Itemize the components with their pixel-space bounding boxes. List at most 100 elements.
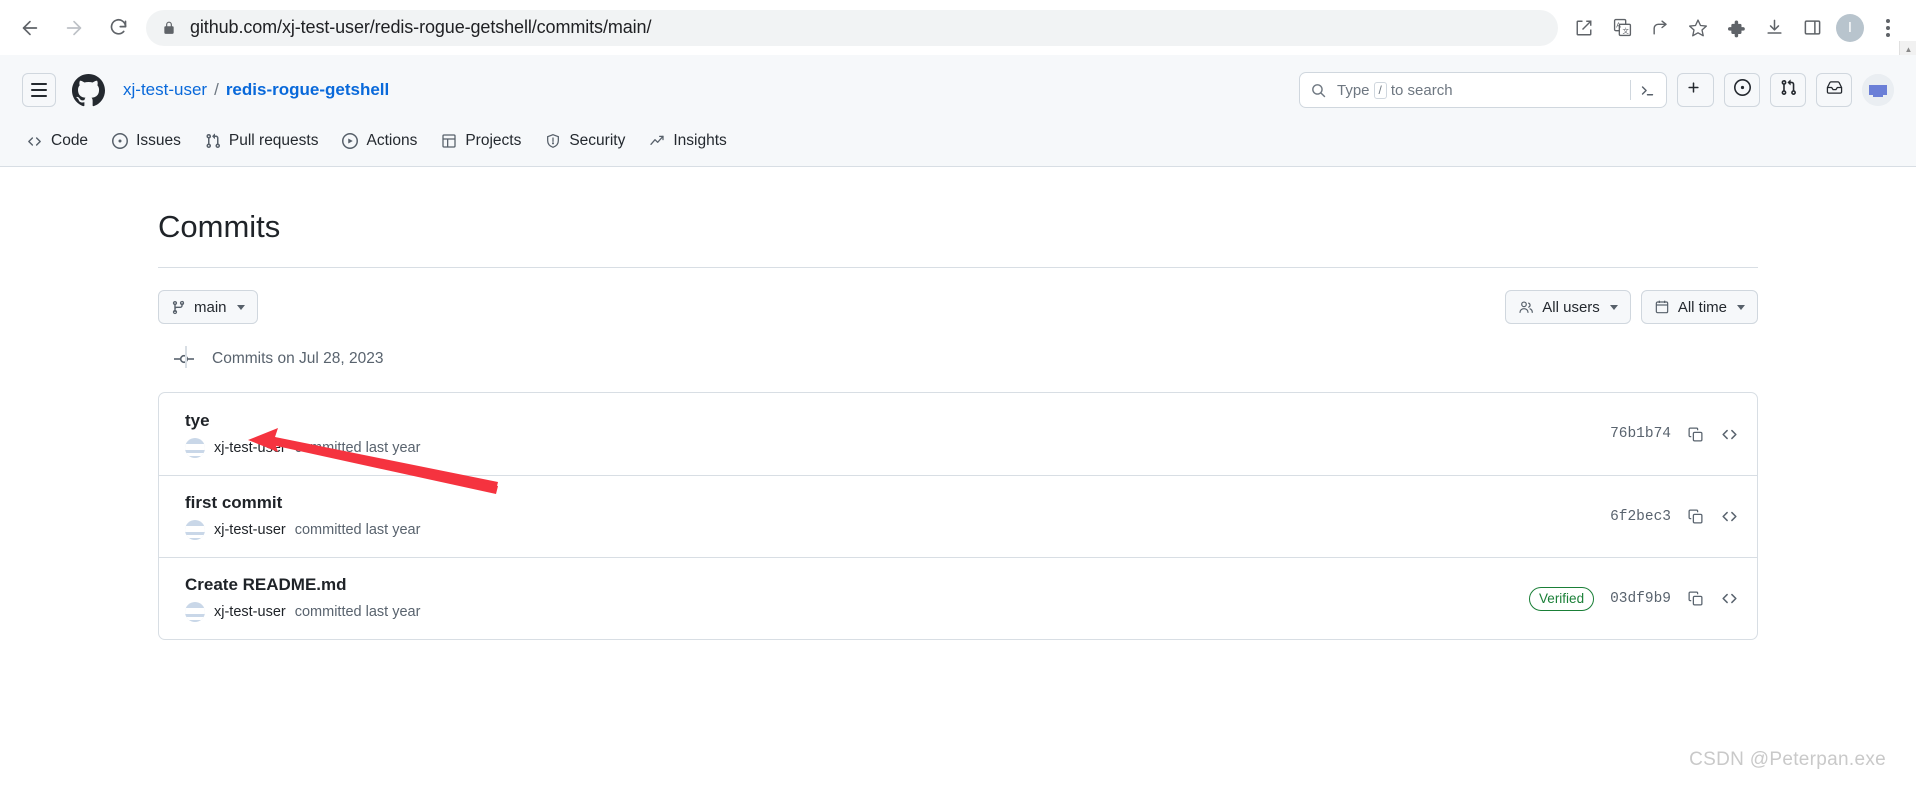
- page-title: Commits: [158, 167, 1758, 268]
- browser-profile-avatar[interactable]: I: [1836, 13, 1864, 42]
- share-icon[interactable]: [1642, 10, 1678, 46]
- watermark: CSDN @Peterpan.exe: [1689, 749, 1886, 770]
- status-badge[interactable]: Verified: [1529, 586, 1595, 611]
- downloads-icon[interactable]: [1756, 10, 1792, 46]
- copy-sha-icon[interactable]: [1687, 508, 1704, 525]
- table-row[interactable]: Create README.md xj-test-user committed …: [159, 557, 1757, 639]
- copy-sha-icon[interactable]: [1687, 590, 1704, 607]
- breadcrumb-separator: /: [214, 80, 219, 99]
- command-palette-icon[interactable]: [1630, 80, 1656, 100]
- timeline-rail: [185, 346, 187, 368]
- commit-author[interactable]: xj-test-user: [214, 604, 286, 620]
- commits-date-header: Commits on Jul 28, 2023: [158, 350, 1758, 368]
- commit-message[interactable]: Create README.md: [185, 575, 420, 595]
- extensions-puzzle-icon[interactable]: [1718, 10, 1754, 46]
- reload-icon[interactable]: [98, 8, 138, 48]
- browser-nav-buttons: [10, 8, 138, 48]
- filters-row: main All users All time: [158, 268, 1758, 324]
- tab-projects-label: Projects: [465, 132, 522, 149]
- commit-sha[interactable]: 76b1b74: [1610, 426, 1671, 442]
- browse-code-icon[interactable]: [1720, 589, 1739, 608]
- forward-arrow-icon[interactable]: [54, 8, 94, 48]
- branch-name-label: main: [194, 298, 227, 316]
- tab-projects[interactable]: Projects: [441, 117, 521, 165]
- commit-time: committed last year: [294, 522, 421, 538]
- table-row[interactable]: tye xj-test-user committed last year 76b…: [159, 393, 1757, 475]
- avatar: [185, 602, 205, 622]
- people-icon: [1518, 299, 1534, 315]
- search-input[interactable]: Type / to search: [1299, 72, 1667, 108]
- side-panel-icon[interactable]: [1794, 10, 1830, 46]
- search-placeholder-prefix: Type: [1337, 81, 1370, 99]
- tab-actions[interactable]: Actions: [342, 117, 417, 165]
- create-new-button[interactable]: [1677, 73, 1714, 107]
- git-pull-request-icon: [1780, 79, 1797, 101]
- tab-insights-label: Insights: [673, 132, 727, 149]
- tab-pull-requests[interactable]: Pull requests: [205, 117, 319, 165]
- table-row[interactable]: first commit xj-test-user committed last…: [159, 475, 1757, 557]
- browse-code-icon[interactable]: [1720, 425, 1739, 444]
- issues-button[interactable]: [1724, 73, 1760, 107]
- browse-code-icon[interactable]: [1720, 507, 1739, 526]
- avatar: [185, 520, 205, 540]
- commit-actions: Verified 03df9b9: [1529, 586, 1739, 611]
- chevron-down-icon: [1609, 304, 1618, 310]
- tab-code[interactable]: Code: [26, 117, 88, 165]
- tab-security[interactable]: Security: [545, 117, 625, 165]
- issue-opened-icon: [112, 133, 129, 149]
- lock-icon: [162, 21, 176, 35]
- commit-main: Create README.md xj-test-user committed …: [185, 575, 420, 622]
- pull-requests-button[interactable]: [1770, 73, 1806, 107]
- search-placeholder: Type / to search: [1337, 81, 1453, 99]
- graph-icon: [649, 133, 665, 149]
- url-text: github.com/xj-test-user/redis-rogue-gets…: [190, 17, 652, 37]
- notifications-button[interactable]: [1816, 73, 1852, 107]
- copy-sha-icon[interactable]: [1687, 426, 1704, 443]
- bookmark-star-icon[interactable]: [1680, 10, 1716, 46]
- repo-nav-tabs: Code Issues Pull requests Actions Projec…: [22, 117, 1894, 165]
- commit-sha[interactable]: 6f2bec3: [1610, 509, 1671, 525]
- tab-issues[interactable]: Issues: [112, 117, 181, 165]
- tab-security-label: Security: [569, 132, 626, 149]
- open-in-new-icon[interactable]: [1566, 10, 1602, 46]
- commit-actions: 76b1b74: [1610, 425, 1739, 444]
- page-body: Commits main All users All time Commits …: [0, 167, 1916, 785]
- commits-date-label: Commits on Jul 28, 2023: [212, 350, 384, 367]
- commit-main: tye xj-test-user committed last year: [185, 411, 420, 458]
- content-container: Commits main All users All time Commits …: [158, 167, 1758, 640]
- address-bar[interactable]: github.com/xj-test-user/redis-rogue-gets…: [146, 9, 1558, 46]
- commit-node-icon: [174, 351, 194, 367]
- breadcrumb-owner[interactable]: xj-test-user: [123, 80, 207, 100]
- tab-pull-requests-label: Pull requests: [228, 132, 319, 149]
- back-arrow-icon[interactable]: [10, 8, 50, 48]
- svg-text:文: 文: [1622, 26, 1629, 35]
- hamburger-menu-icon[interactable]: [22, 73, 56, 107]
- translate-icon[interactable]: A文: [1604, 10, 1640, 46]
- commits-section: Commits on Jul 28, 2023 tye xj-test-user…: [158, 324, 1758, 640]
- all-users-label: All users: [1542, 298, 1600, 316]
- user-avatar[interactable]: [1862, 74, 1894, 106]
- github-logo-icon[interactable]: [72, 73, 105, 107]
- commit-actions: 6f2bec3: [1610, 507, 1739, 526]
- commit-meta: xj-test-user committed last year: [185, 437, 420, 458]
- commit-author[interactable]: xj-test-user: [214, 522, 286, 538]
- commit-message[interactable]: tye: [185, 411, 420, 431]
- chevron-down-icon: [1737, 304, 1745, 310]
- browser-action-icons: A文 I: [1562, 10, 1906, 46]
- plus-icon: [1686, 80, 1701, 100]
- commit-message[interactable]: first commit: [185, 493, 420, 513]
- all-time-label: All time: [1677, 298, 1727, 316]
- tab-insights[interactable]: Insights: [649, 117, 727, 165]
- breadcrumb-repo[interactable]: redis-rogue-getshell: [226, 80, 389, 100]
- commit-author[interactable]: xj-test-user: [214, 440, 286, 456]
- branch-selector-button[interactable]: main: [158, 290, 258, 324]
- all-users-filter[interactable]: All users: [1505, 290, 1631, 324]
- inbox-icon: [1826, 79, 1843, 101]
- table-icon: [441, 133, 457, 149]
- all-time-filter[interactable]: All time: [1640, 290, 1758, 324]
- commit-sha[interactable]: 03df9b9: [1610, 591, 1671, 607]
- commits-list: tye xj-test-user committed last year 76b…: [158, 392, 1758, 640]
- issue-opened-icon: [1733, 79, 1751, 101]
- tab-issues-label: Issues: [136, 132, 181, 149]
- commit-time: committed last year: [294, 604, 421, 620]
